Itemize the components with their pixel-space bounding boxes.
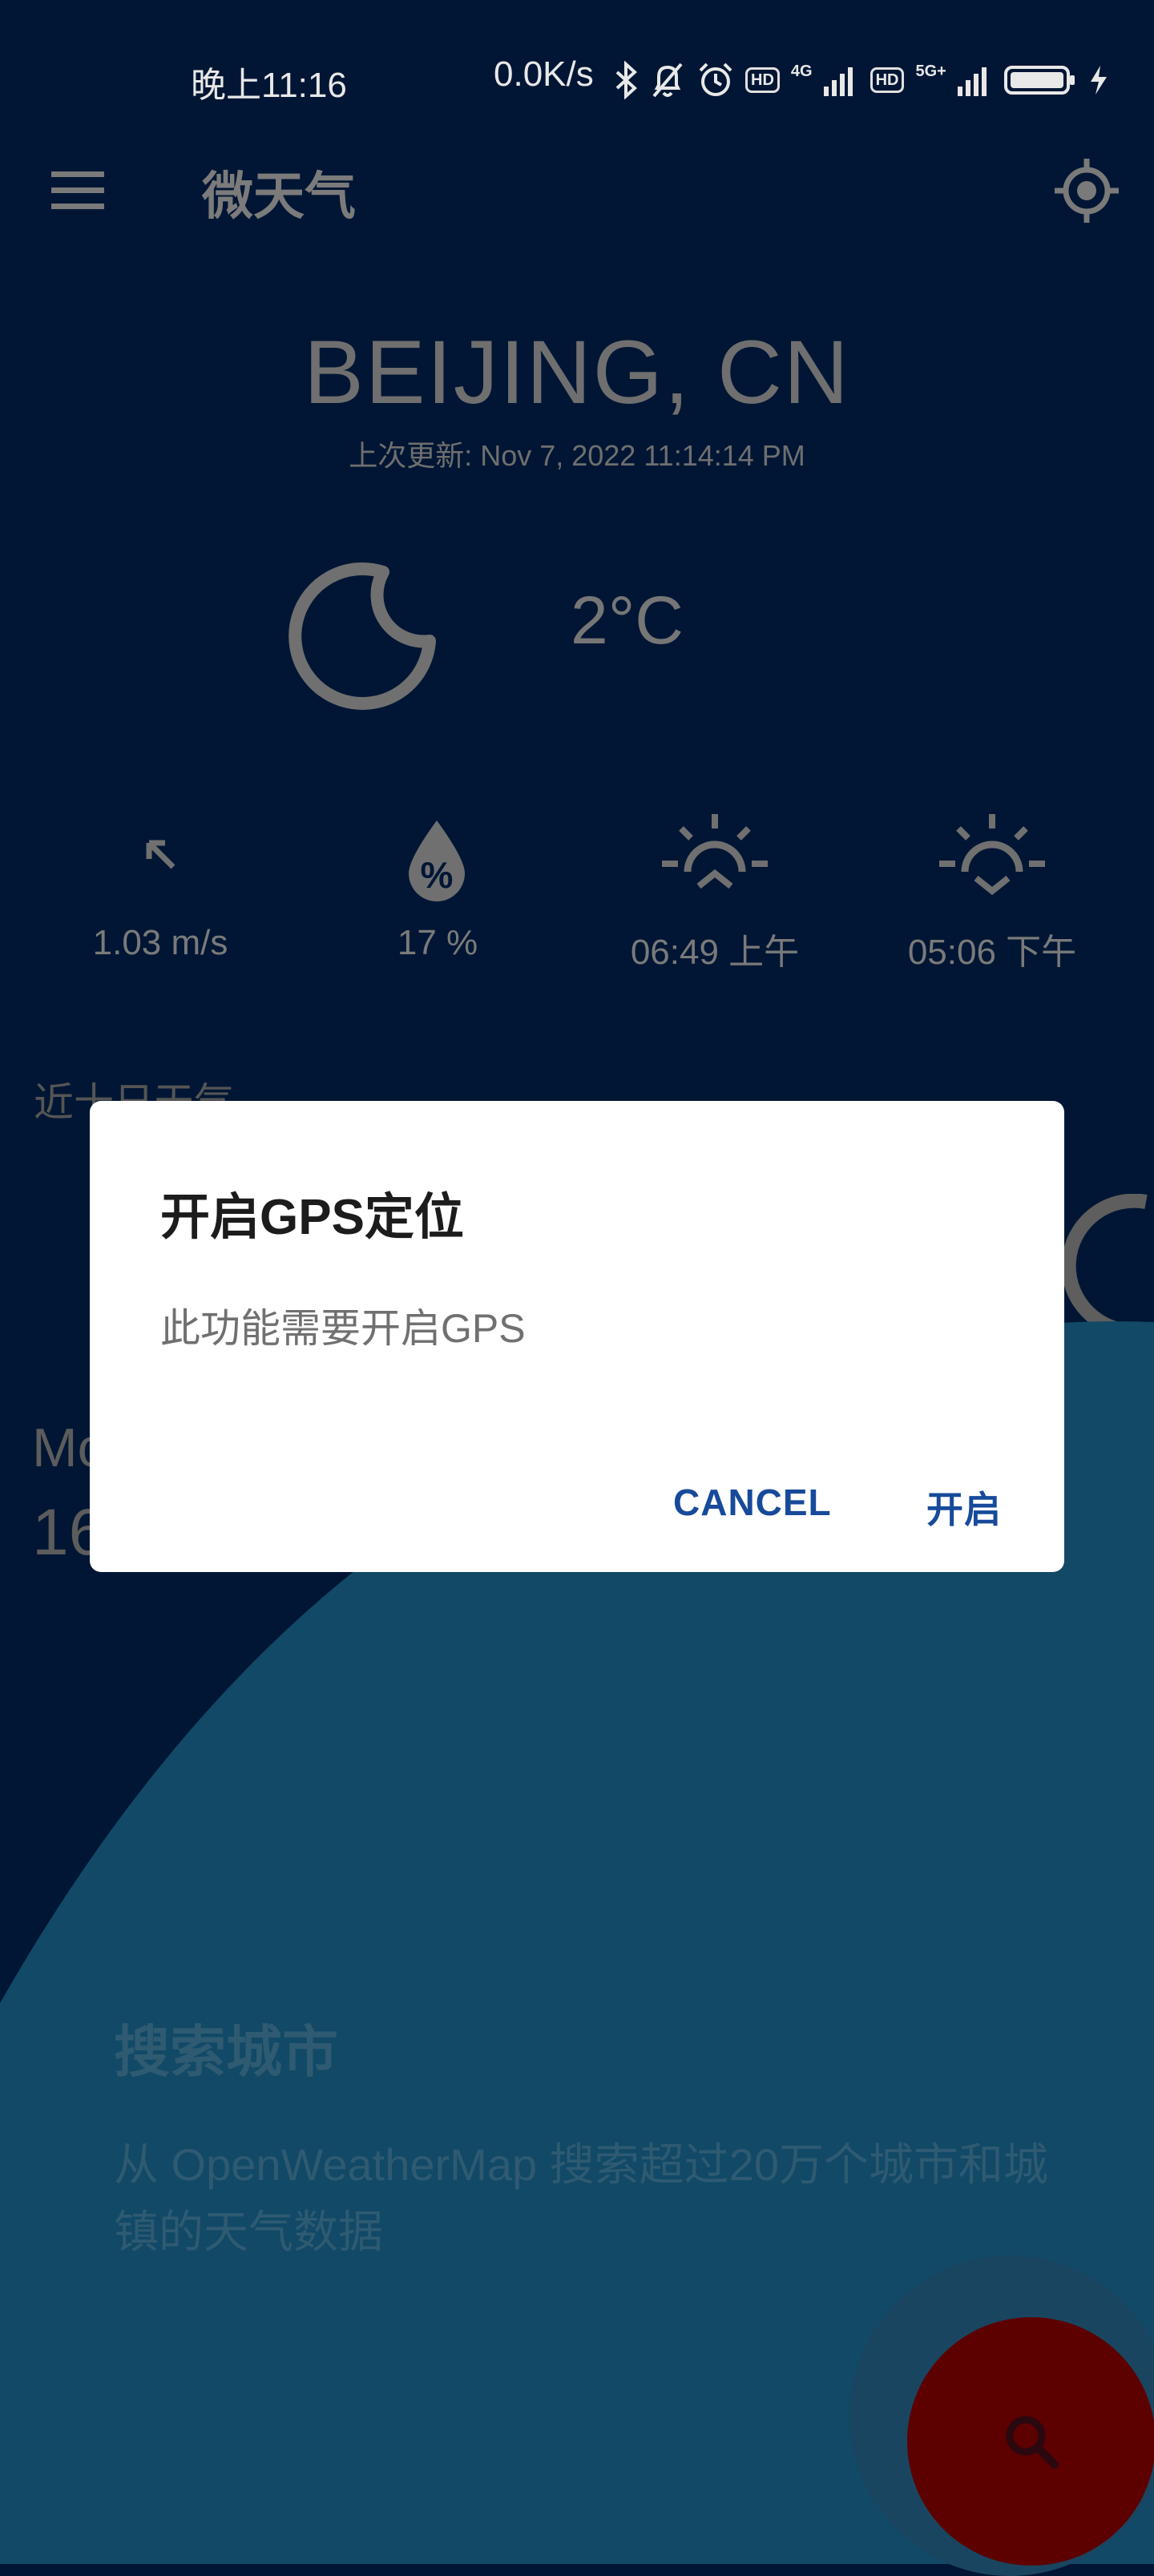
sunrise-time: 06:49 上午 bbox=[630, 933, 800, 972]
current-temperature: 2°C bbox=[571, 583, 684, 658]
search-fab-button[interactable] bbox=[907, 2317, 1154, 2566]
enable-gps-button[interactable]: 开启 bbox=[926, 1481, 1002, 1534]
app-bar bbox=[0, 136, 1154, 240]
status-icons: HD 4G HD 5G+ bbox=[614, 56, 1108, 104]
last-updated: 上次更新: Nov 7, 2022 11:14:14 PM bbox=[349, 439, 805, 472]
network-speed: 0.0K/s bbox=[494, 54, 594, 94]
alarm-icon bbox=[699, 62, 732, 96]
dialog-title: 开启GPS定位 bbox=[160, 1190, 464, 1245]
hamburger-menu-icon[interactable] bbox=[50, 168, 106, 213]
signal-icon bbox=[957, 67, 987, 96]
gps-dialog: 开启GPS定位 此功能需要开启GPS CANCEL 开启 bbox=[90, 1101, 1064, 1572]
search-icon bbox=[1006, 2416, 1059, 2469]
sunset-time: 05:06 下午 bbox=[907, 933, 1077, 972]
cancel-button[interactable]: CANCEL bbox=[673, 1481, 832, 1524]
search-panel-description: 从 OpenWeatherMap 搜索超过20万个城市和城镇的天气数据 bbox=[114, 2139, 1048, 2257]
humidity-drop-icon: % bbox=[409, 820, 465, 901]
search-panel-title: 搜索城市 bbox=[114, 2021, 338, 2083]
sunrise-icon bbox=[662, 814, 768, 889]
crescent-moon-icon bbox=[288, 562, 436, 710]
bell-off-icon bbox=[652, 62, 683, 98]
charging-bolt-icon bbox=[1090, 66, 1107, 95]
gps-locate-icon[interactable] bbox=[1053, 157, 1120, 224]
battery-icon bbox=[1003, 66, 1075, 95]
bluetooth-icon bbox=[615, 61, 637, 99]
wind-direction-arrow-icon bbox=[146, 840, 176, 869]
svg-text:%: % bbox=[421, 854, 454, 896]
sunset-icon bbox=[939, 814, 1045, 896]
hd-badge-2: HD bbox=[870, 67, 905, 93]
signal-icon bbox=[823, 67, 853, 96]
network-type-1: 4G bbox=[790, 62, 813, 80]
humidity-value: 17 % bbox=[397, 923, 478, 962]
city-name: BEIJING, CN bbox=[304, 322, 850, 422]
wind-speed: 1.03 m/s bbox=[92, 923, 228, 962]
app-title: 微天气 bbox=[202, 167, 356, 225]
dialog-message: 此功能需要开启GPS bbox=[160, 1306, 526, 1351]
hd-badge-1: HD bbox=[745, 67, 780, 93]
status-time: 晚上11:16 bbox=[191, 66, 347, 105]
network-type-2: 5G+ bbox=[915, 62, 946, 80]
